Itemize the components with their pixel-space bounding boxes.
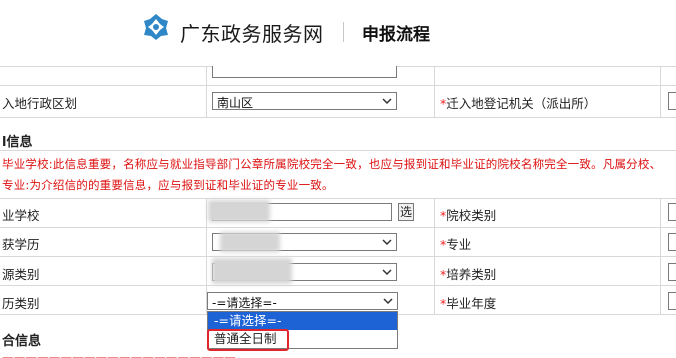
table-border — [434, 66, 435, 85]
training-type-select[interactable] — [668, 263, 676, 281]
source-label: 源类别 — [2, 267, 40, 282]
page-subtitle: 申报流程 — [362, 25, 430, 45]
chevron-down-icon — [383, 298, 393, 305]
table-border — [0, 285, 676, 286]
other-section-title: 合信息 — [2, 334, 42, 349]
table-border — [660, 85, 661, 117]
graduate-section-title: l信息 — [2, 135, 33, 150]
chevron-down-icon — [382, 239, 392, 246]
other-notice-partial: ———————————————————— — [2, 350, 236, 358]
degree-label: 获学历 — [2, 237, 40, 252]
header-divider — [343, 22, 344, 42]
chevron-down-icon — [382, 269, 392, 276]
partial-input[interactable] — [212, 66, 397, 78]
study-type-select-value: -=请选择=- — [212, 296, 277, 310]
study-type-select[interactable]: -=请选择=- — [207, 292, 398, 310]
redacted-value — [212, 258, 292, 284]
table-border — [0, 150, 676, 151]
page-header: 广东政务服务网 申报流程 — [0, 0, 676, 62]
table-border — [0, 198, 676, 199]
training-type-label: *培养类别 — [440, 267, 497, 282]
gd-gov-logo-icon — [144, 14, 168, 40]
school-pick-button[interactable]: 选 — [398, 203, 414, 221]
table-border — [0, 85, 676, 86]
redacted-value — [208, 200, 270, 222]
table-border — [0, 256, 676, 257]
table-border — [434, 85, 435, 117]
school-type-select[interactable] — [668, 203, 676, 221]
graduation-year-select[interactable] — [668, 292, 676, 310]
major-select[interactable] — [668, 233, 676, 251]
table-border — [660, 66, 661, 85]
school-label: 业学校 — [2, 208, 40, 223]
school-type-label: *院校类别 — [440, 208, 497, 223]
highlight-box — [207, 329, 289, 351]
site-title: 广东政务服务网 — [180, 22, 324, 46]
major-notice: 专业:为介绍信的的重要信息，应与报到证和毕业证的专业一致。 — [2, 178, 334, 192]
table-border — [206, 66, 207, 85]
district-label: 入地行政区划 — [2, 96, 78, 111]
district-select-value: 南山区 — [217, 96, 254, 110]
chevron-down-icon — [382, 98, 392, 105]
district-select[interactable]: 南山区 — [212, 92, 397, 110]
table-border — [206, 85, 207, 117]
school-notice: 毕业学校:此信息重要，名称应与就业指导部门公章所属院校完全一致，也应与报到证和毕… — [2, 157, 662, 171]
table-border — [0, 117, 676, 118]
study-type-label: 历类别 — [2, 296, 40, 311]
registration-office-input[interactable] — [668, 92, 676, 110]
redacted-value — [220, 232, 280, 252]
graduation-year-label: *毕业年度 — [440, 296, 497, 311]
table-border — [0, 227, 676, 228]
major-label: *专业 — [440, 237, 472, 252]
registration-office-label: *迁入地登记机关（派出所） — [440, 96, 597, 111]
dropdown-option[interactable]: -=请选择=- — [208, 312, 397, 330]
